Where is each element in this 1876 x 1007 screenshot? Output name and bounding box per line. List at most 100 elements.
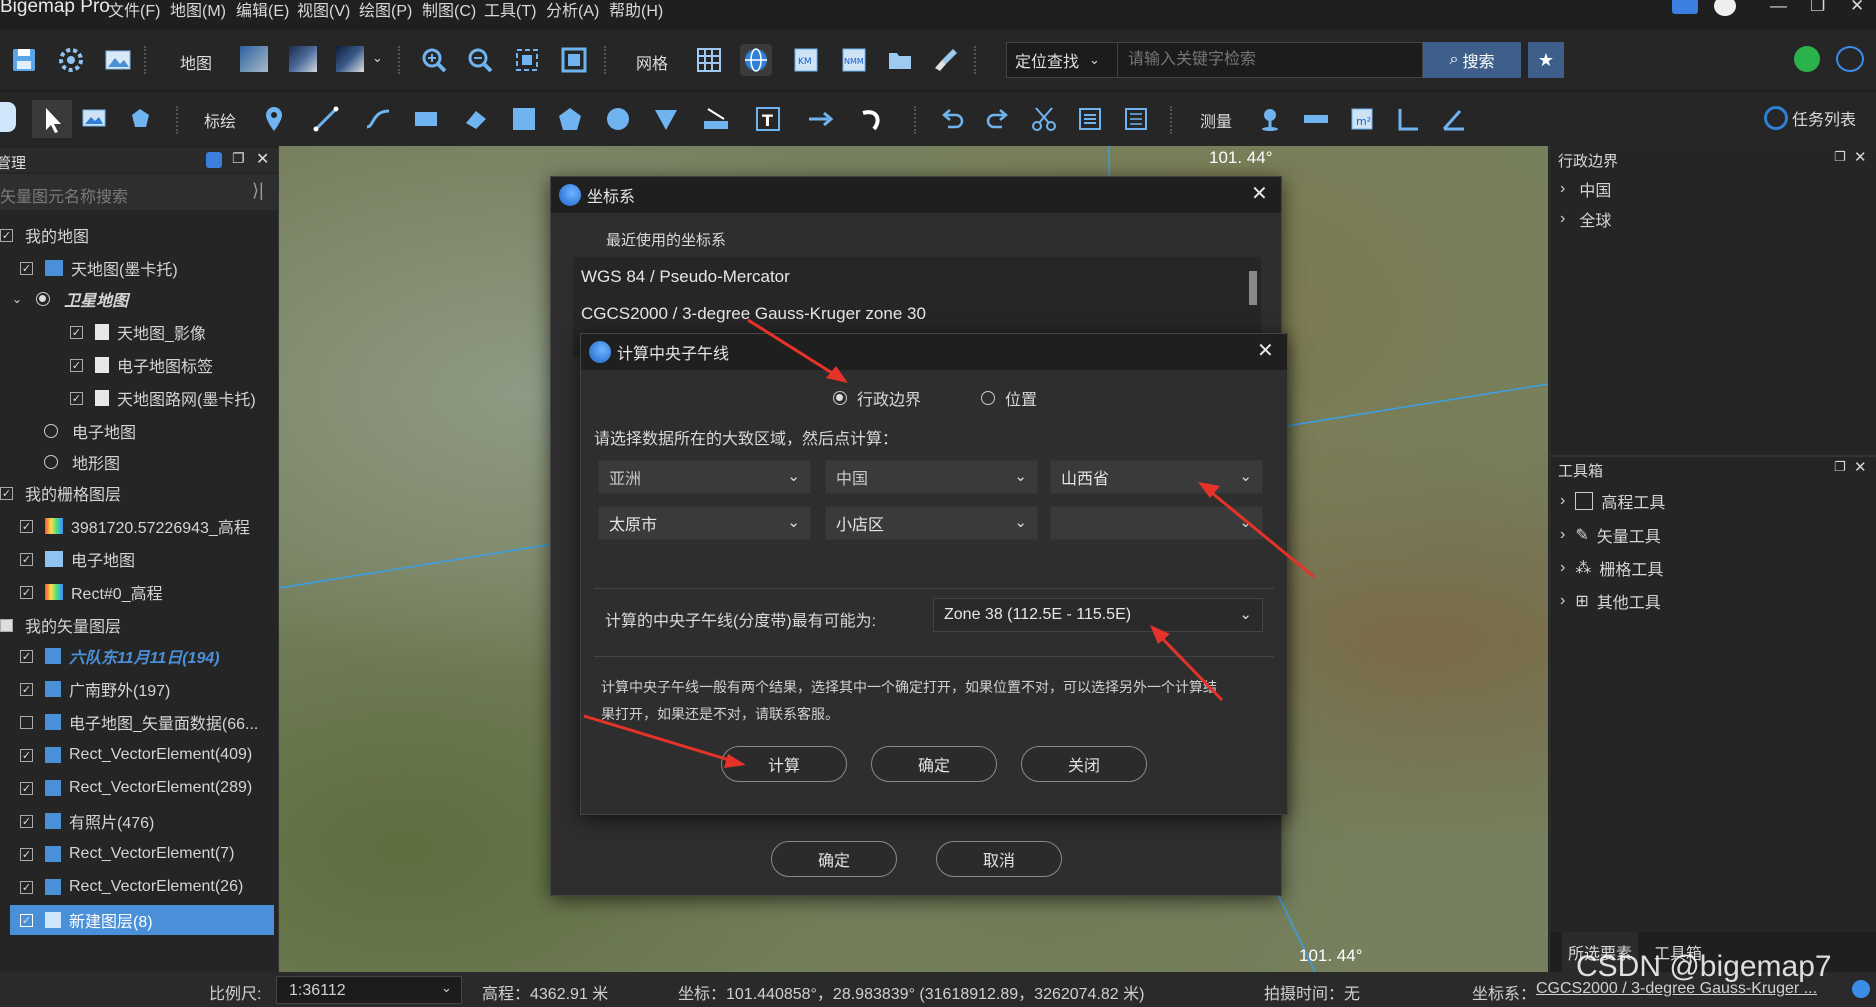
tree-e-map-label[interactable]: ✓ 电子地图标签: [0, 350, 278, 380]
tree-terrain-map[interactable]: 地形图: [0, 447, 278, 477]
save-icon[interactable]: [8, 44, 40, 76]
terrain-thumb-icon[interactable]: [336, 46, 364, 72]
tree-vector-item[interactable]: ✓ 广南野外(197): [0, 674, 278, 704]
point-measure-icon[interactable]: [1254, 103, 1286, 135]
marker-icon[interactable]: [258, 103, 290, 135]
admin-item-global[interactable]: › 全球: [1560, 204, 1611, 234]
tool-raster[interactable]: › ⁂ 栅格工具: [1560, 553, 1663, 583]
menu-help[interactable]: 帮助(H): [609, 0, 663, 21]
radio-position[interactable]: 位置: [981, 386, 1037, 410]
zoom-in-icon[interactable]: [418, 44, 450, 76]
float-panel-icon[interactable]: ❐: [232, 150, 245, 167]
radio[interactable]: [36, 292, 51, 306]
close-icon[interactable]: ✕: [1251, 181, 1268, 206]
settings-gear-icon[interactable]: [1852, 980, 1870, 998]
angle-measure-icon[interactable]: [1392, 103, 1424, 135]
close-panel-icon[interactable]: ✕: [1854, 148, 1867, 166]
menu-view[interactable]: 视图(V): [297, 0, 350, 21]
radio-admin-boundary[interactable]: 行政边界: [833, 386, 921, 410]
meridian-ok-button[interactable]: 确定: [871, 746, 997, 782]
checkbox[interactable]: ✓: [20, 814, 33, 828]
lat-lng-grid-icon[interactable]: [740, 44, 772, 76]
full-extent-icon[interactable]: [558, 44, 590, 76]
measure-label[interactable]: 测量: [1200, 108, 1232, 132]
cut-icon[interactable]: [1028, 103, 1060, 135]
zoom-out-icon[interactable]: [464, 44, 496, 76]
checkbox[interactable]: ✓: [20, 847, 33, 861]
crs-list-item[interactable]: CGCS2000 / 3-degree Gauss-Kruger zone 30: [581, 304, 926, 324]
search-button[interactable]: ⌕ 搜索: [1423, 42, 1521, 78]
checkbox[interactable]: ✓: [20, 552, 33, 566]
tree-satellite-map[interactable]: ⌄ 卫星地图: [0, 284, 278, 314]
tree-my-raster-layers[interactable]: ✓ 我的栅格图层: [0, 478, 278, 508]
tree-my-maps[interactable]: ✓ 我的地图: [0, 220, 278, 250]
crs-list-item[interactable]: WGS 84 / Pseudo-Mercator: [581, 267, 790, 287]
crs-ok-button[interactable]: 确定: [771, 841, 897, 877]
checkbox[interactable]: ✓: [20, 519, 33, 533]
subdistrict-select[interactable]: ⌄: [1050, 506, 1263, 540]
menu-analysis[interactable]: 分析(A): [546, 0, 599, 21]
close-icon[interactable]: ✕: [1257, 338, 1274, 363]
brush-icon[interactable]: [930, 44, 962, 76]
tree-vector-item[interactable]: 电子地图_矢量面数据(66...: [0, 707, 278, 737]
azimuth-measure-icon[interactable]: [1438, 103, 1470, 135]
checkbox[interactable]: ✓: [0, 228, 13, 242]
close-panel-icon[interactable]: ✕: [1854, 458, 1867, 476]
eraser-icon[interactable]: [460, 103, 492, 135]
country-select[interactable]: 中国 ⌄: [825, 460, 1038, 494]
wechat-icon[interactable]: [1794, 46, 1820, 72]
km-grid-icon[interactable]: KM: [790, 44, 822, 76]
image-select-icon[interactable]: [78, 103, 110, 135]
close-window-icon[interactable]: ✕: [1850, 0, 1864, 16]
curve-icon[interactable]: [362, 103, 394, 135]
checkbox[interactable]: [0, 618, 13, 632]
checkbox[interactable]: ✓: [20, 748, 33, 762]
tree-vector-item[interactable]: ✓ Rect_VectorElement(289): [0, 773, 278, 803]
checkbox[interactable]: ✓: [20, 585, 33, 599]
line-icon[interactable]: [310, 103, 342, 135]
polygon-select-icon[interactable]: [124, 103, 156, 135]
close-panel-icon[interactable]: ✕: [256, 149, 269, 169]
meridian-zone-select[interactable]: Zone 38 (112.5E - 115.5E) ⌄: [933, 598, 1263, 632]
checkbox[interactable]: ✓: [20, 649, 33, 663]
checkbox[interactable]: ✓: [20, 682, 33, 696]
tree-vector-item[interactable]: ✓ Rect_VectorElement(409): [0, 740, 278, 770]
share-icon[interactable]: [1836, 46, 1864, 72]
zoom-extent-icon[interactable]: [511, 44, 543, 76]
chevron-down-icon[interactable]: ⌄: [372, 50, 383, 66]
grid-label[interactable]: 网格: [636, 50, 668, 74]
satellite-thumb-icon[interactable]: [240, 46, 268, 72]
province-select[interactable]: 山西省 ⌄: [1050, 460, 1263, 494]
tree-e-map[interactable]: 电子地图: [0, 416, 278, 446]
continent-select[interactable]: 亚洲 ⌄: [598, 460, 811, 494]
menu-edit[interactable]: 编辑(E): [236, 0, 289, 21]
checkbox[interactable]: ✓: [0, 486, 13, 500]
tree-vector-item[interactable]: ✓ Rect_VectorElement(7): [0, 839, 278, 869]
checkbox[interactable]: ✓: [20, 781, 33, 795]
tree-raster-item[interactable]: ✓ Rect#0_高程: [0, 577, 278, 607]
minimize-icon[interactable]: —: [1770, 0, 1787, 16]
tree-raster-item[interactable]: ✓ 3981720.57226943_高程: [0, 511, 278, 541]
list-icon[interactable]: [1120, 103, 1152, 135]
tree-tianditu-image[interactable]: ✓ 天地图_影像: [0, 317, 278, 347]
checkbox[interactable]: ✓: [70, 391, 83, 405]
checkbox[interactable]: [20, 715, 33, 729]
pentagon-icon[interactable]: [554, 103, 586, 135]
folder-icon[interactable]: [884, 44, 916, 76]
area-measure-icon[interactable]: m²: [1346, 103, 1378, 135]
menu-tools[interactable]: 工具(T): [484, 0, 536, 21]
crs-cancel-button[interactable]: 取消: [936, 841, 1062, 877]
checkbox[interactable]: ✓: [20, 880, 33, 894]
tree-tianditu-road[interactable]: ✓ 天地图路网(墨卡托): [0, 383, 278, 413]
admin-item-china[interactable]: › 中国: [1560, 174, 1611, 204]
grid-icon[interactable]: [693, 44, 725, 76]
city-select[interactable]: 太原市 ⌄: [598, 506, 811, 540]
pan-hand-icon[interactable]: [0, 102, 16, 132]
restore-icon[interactable]: ❐: [1810, 0, 1825, 16]
tree-vector-item[interactable]: ✓ Rect_VectorElement(26): [0, 872, 278, 902]
redo-icon[interactable]: [982, 103, 1014, 135]
menu-map[interactable]: 地图(M): [170, 0, 226, 21]
select-arrow-tool[interactable]: [32, 100, 72, 138]
circle-icon[interactable]: [602, 103, 634, 135]
locate-mode-select[interactable]: 定位查找 ⌄: [1006, 42, 1118, 78]
